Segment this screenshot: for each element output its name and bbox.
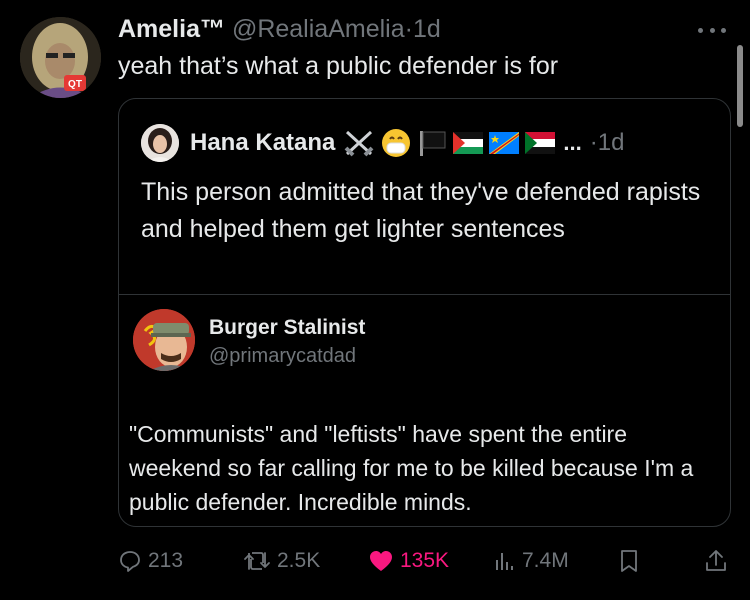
bookmark-button[interactable] (618, 545, 646, 577)
embedded-screenshot[interactable]: Burger Stalinist @primarycatdad "Communi… (119, 294, 730, 526)
avatar-badge-text: QT (68, 79, 82, 90)
author-handle[interactable]: @RealiaAmelia (232, 15, 405, 43)
quoted-tweet-card[interactable]: Hana Katana ... ·1d This person admitted… (118, 98, 731, 527)
retweet-count: 2.5K (277, 549, 321, 572)
congo-flag-icon (489, 132, 520, 154)
author-avatar[interactable]: QT (20, 17, 101, 98)
embedded-author-avatar (133, 309, 195, 371)
embedded-text: "Communists" and "leftists" have spent t… (129, 421, 694, 515)
action-bar: 213 2.5K 135K 7.4M (118, 545, 730, 577)
embedded-avatar-image (133, 309, 195, 371)
palestine-flag-icon (453, 132, 484, 154)
bookmark-icon (621, 550, 637, 572)
share-icon (706, 550, 726, 571)
reply-button[interactable]: 213 (118, 545, 183, 577)
black-flag-icon (420, 131, 446, 156)
share-button[interactable] (704, 545, 734, 577)
quote-time[interactable]: ·1d (590, 129, 625, 157)
heart-filled-icon (370, 551, 392, 571)
quote-time-separator: · (589, 129, 598, 156)
embedded-author-name: Burger Stalinist (209, 316, 366, 339)
more-options-icon[interactable] (694, 20, 730, 40)
more-emojis-ellipsis: ... (563, 130, 582, 155)
reply-icon (120, 551, 140, 572)
quote-author-name[interactable]: Hana Katana (190, 129, 335, 157)
views-chart-icon (496, 553, 513, 570)
scrollbar[interactable] (737, 45, 743, 127)
quote-author-avatar[interactable] (141, 124, 179, 162)
views-button[interactable]: 7.4M (494, 545, 569, 577)
emoji-flags (343, 128, 561, 158)
quote-header: Hana Katana ... ·1d (141, 123, 624, 163)
author-name[interactable]: Amelia™ (118, 15, 225, 43)
sudan-flag-icon (525, 132, 556, 154)
retweet-button[interactable]: 2.5K (243, 545, 320, 577)
time-separator: · (404, 15, 413, 43)
quote-text: This person admitted that they've defend… (141, 178, 701, 243)
quote-time-value: 1d (597, 129, 625, 156)
retweet-icon (244, 552, 270, 570)
like-count: 135K (400, 549, 450, 572)
quote-avatar-image (141, 124, 179, 162)
tweet-time[interactable]: 1d (413, 15, 441, 43)
crossed-swords-icon (344, 130, 374, 157)
tweet-header: Amelia™ @RealiaAmelia·1d (118, 14, 441, 44)
tweet-text: yeah that’s what a public defender is fo… (118, 52, 559, 80)
mask-face-icon (382, 129, 411, 157)
views-count: 7.4M (522, 549, 569, 572)
embedded-author-handle: @primarycatdad (209, 345, 357, 367)
avatar-image: QT (20, 17, 101, 98)
like-button[interactable]: 135K (368, 545, 449, 577)
reply-count: 213 (148, 549, 184, 572)
